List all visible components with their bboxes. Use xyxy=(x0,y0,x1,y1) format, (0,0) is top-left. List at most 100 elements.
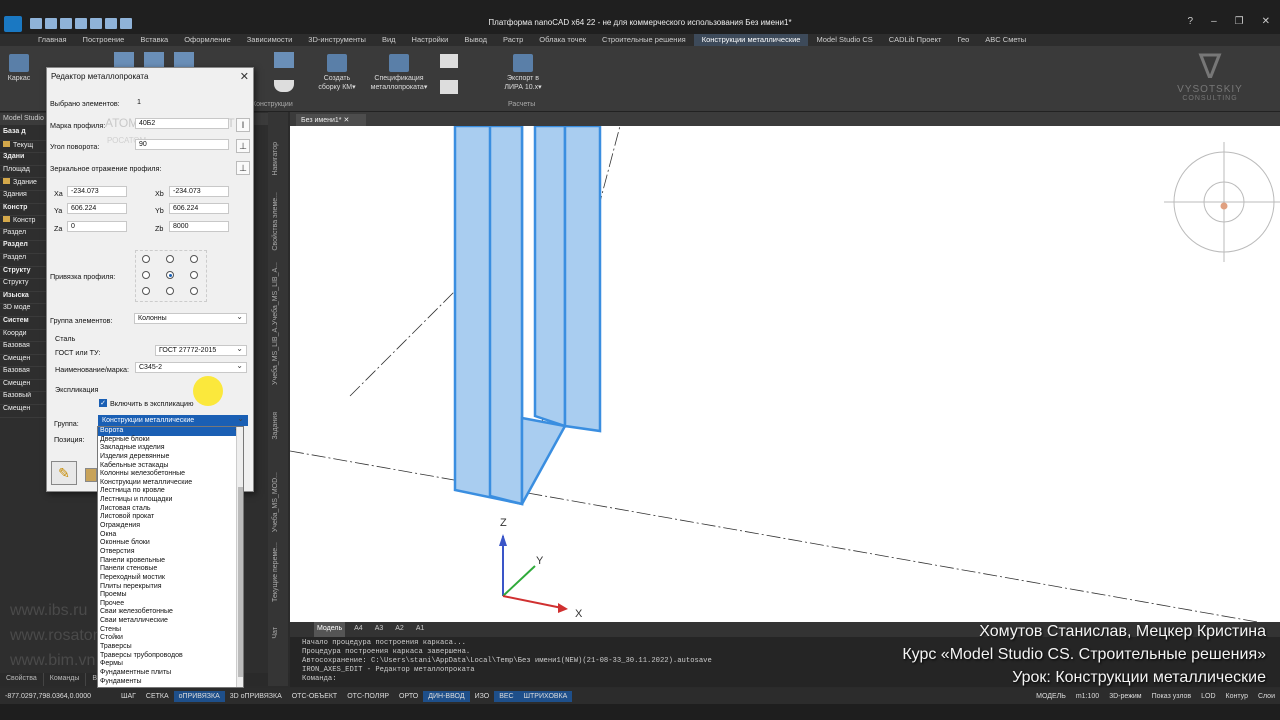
anchor-radio[interactable] xyxy=(166,287,174,295)
profile-select-icon[interactable]: I xyxy=(236,118,250,132)
edit-pencil-button[interactable]: ✎ xyxy=(51,461,77,485)
anchor-radio[interactable] xyxy=(190,255,198,263)
grade-select[interactable]: С345-2 xyxy=(135,362,247,373)
ribbon-tab[interactable]: ABC Сметы xyxy=(977,34,1034,46)
side-tab[interactable]: Текущие переме... xyxy=(272,542,279,602)
ribbon-tab[interactable]: Зависимости xyxy=(239,34,301,46)
tree-item[interactable]: Базовый xyxy=(0,392,50,406)
dropdown-option[interactable]: Сваи металлические xyxy=(98,617,243,626)
anchor-radio[interactable] xyxy=(142,271,150,279)
yb-input[interactable]: 606.224 xyxy=(169,203,229,214)
grp-select[interactable]: Конструкции металлические xyxy=(98,415,248,426)
xa-input[interactable]: -234.073 xyxy=(67,186,127,197)
tree-item[interactable]: Площад xyxy=(0,166,50,179)
status-toggle[interactable]: 3D оПРИВЯЗКА xyxy=(225,691,287,702)
tree-item[interactable]: Здани xyxy=(0,153,50,166)
dropdown-option[interactable]: Стойки xyxy=(98,634,243,643)
tree-item[interactable]: Смещен xyxy=(0,355,50,368)
tree-item[interactable]: Текущ xyxy=(0,141,50,154)
status-right-item[interactable]: 3D-режим xyxy=(1104,691,1146,702)
help-icon[interactable]: ? xyxy=(1188,16,1194,27)
tree-item[interactable]: Смещен xyxy=(0,405,50,418)
dropdown-option[interactable]: Конструкции металлические xyxy=(98,479,243,488)
status-toggle[interactable]: ШАГ xyxy=(116,691,141,702)
create-km-button[interactable]: Создать сборку КМ▾ xyxy=(312,54,362,92)
side-tab[interactable]: Навигатор xyxy=(272,142,279,176)
ribbon-tab[interactable]: Вид xyxy=(374,34,404,46)
rotate-icon[interactable]: ⊥ xyxy=(236,139,250,153)
side-tab[interactable]: Учеба_MS_LIB_A... xyxy=(272,262,279,325)
model-viewport[interactable]: Z Y X xyxy=(290,126,1280,622)
panel-tab[interactable]: Команды xyxy=(44,673,87,686)
side-tab[interactable]: Учеба_MS_MOD... xyxy=(272,472,279,532)
angle-input[interactable]: 90 xyxy=(135,139,229,150)
dialog-close-icon[interactable]: ✕ xyxy=(240,70,249,83)
status-right-item[interactable]: Слои xyxy=(1253,691,1280,702)
anchor-radio-selected[interactable] xyxy=(166,271,174,279)
xb-input[interactable]: -234.073 xyxy=(169,186,229,197)
dropdown-option[interactable]: Изделия деревянные xyxy=(98,453,243,462)
status-toggle[interactable]: ВЕС xyxy=(494,690,519,702)
ribbon-tab[interactable]: Главная xyxy=(30,34,75,46)
status-right-item[interactable]: LOD xyxy=(1196,691,1220,702)
ribbon-tab[interactable]: Вставка xyxy=(132,34,176,46)
zb-input[interactable]: 8000 xyxy=(169,221,229,232)
tree-item[interactable]: Коорди xyxy=(0,330,50,343)
beam-icon[interactable] xyxy=(114,52,134,68)
dropdown-option[interactable]: Траверсы трубопроводов xyxy=(98,652,243,661)
eraser-icon[interactable] xyxy=(85,468,97,482)
mirror-icon[interactable]: ⊥ xyxy=(236,161,250,175)
tree-item[interactable]: Раздел xyxy=(0,241,50,254)
ribbon-tab[interactable]: CADLib Проект xyxy=(881,34,950,46)
tree-item[interactable]: Здания xyxy=(0,191,50,204)
anchor-radio[interactable] xyxy=(190,271,198,279)
minimize-icon[interactable]: – xyxy=(1211,16,1217,27)
layout-tab[interactable]: A4 xyxy=(351,622,366,637)
tree-item[interactable]: Систем xyxy=(0,317,50,330)
dropdown-option[interactable]: Фундаменты xyxy=(98,678,243,687)
status-right-item[interactable]: m1:100 xyxy=(1071,691,1104,702)
dropdown-option[interactable]: Переходный мостик xyxy=(98,574,243,583)
dropdown-option[interactable]: Лестница по кровле xyxy=(98,487,243,496)
close-icon[interactable]: ✕ xyxy=(1262,16,1270,27)
maximize-icon[interactable]: ❐ xyxy=(1235,16,1244,27)
tree-item[interactable]: Базовая xyxy=(0,342,50,355)
spec-button[interactable]: Спецификация металлопроката▾ xyxy=(364,54,434,92)
tree-item[interactable]: Изыска xyxy=(0,292,50,305)
ribbon-tab[interactable]: Растр xyxy=(495,34,531,46)
truss-icon[interactable] xyxy=(174,52,194,68)
profile-input[interactable]: 40Б2 xyxy=(135,118,229,129)
side-tab[interactable]: Задания xyxy=(272,412,279,440)
ribbon-tab[interactable]: Настройки xyxy=(404,34,457,46)
status-toggle[interactable]: ШТРИХОВКА xyxy=(518,690,573,702)
table2-icon[interactable] xyxy=(440,80,458,94)
dropdown-option[interactable]: Листовой прокат xyxy=(98,513,243,522)
dropdown-option[interactable]: Проемы xyxy=(98,591,243,600)
dropdown-option[interactable]: Лестницы и площадки xyxy=(98,496,243,505)
dropdown-option[interactable]: Оконные блоки xyxy=(98,539,243,548)
anchor-radio[interactable] xyxy=(190,287,198,295)
layout-tab[interactable]: Модель xyxy=(314,622,346,637)
dropdown-option[interactable]: Ограждения xyxy=(98,522,243,531)
ribbon-tab[interactable]: Конструкции металлические xyxy=(693,34,809,46)
gost-select[interactable]: ГОСТ 27772-2015 xyxy=(155,345,247,356)
export-lira-button[interactable]: Экспорт в ЛИРА 10.х▾ xyxy=(498,54,548,92)
dropdown-option[interactable]: Плиты перекрытия xyxy=(98,583,243,592)
ribbon-tab[interactable]: Гео xyxy=(949,34,977,46)
ribbon-tab[interactable]: Model Studio CS xyxy=(808,34,880,46)
group-select[interactable]: Колонны xyxy=(134,313,247,324)
layout-tab[interactable]: A3 xyxy=(372,622,387,637)
anchor-radio[interactable] xyxy=(166,255,174,263)
tree-item[interactable]: Структу xyxy=(0,267,50,280)
ribbon-tab[interactable]: Строительные решения xyxy=(594,34,694,46)
steel-column-profile[interactable] xyxy=(453,126,602,506)
panel-tab[interactable]: Свойства xyxy=(0,673,44,686)
tree-item[interactable]: Раздел xyxy=(0,254,50,267)
dropdown-option[interactable]: Колонны железобетонные xyxy=(98,470,243,479)
ribbon-tab[interactable]: Оформление xyxy=(176,34,239,46)
karkas-button[interactable]: Каркас xyxy=(4,54,34,83)
ribbon-tab[interactable]: Построение xyxy=(75,34,133,46)
dropdown-option[interactable]: Сваи железобетонные xyxy=(98,608,243,617)
dropdown-option[interactable]: Траверсы xyxy=(98,643,243,652)
dropdown-option[interactable]: Фермы xyxy=(98,660,243,669)
